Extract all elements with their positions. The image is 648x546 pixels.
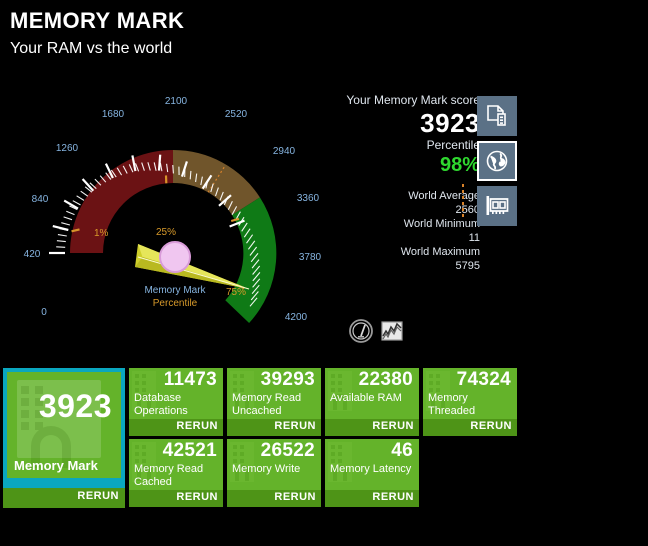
tile-available-ram[interactable]: 22380 Available RAM RERUN bbox=[325, 368, 419, 436]
ram-watermark-icon bbox=[328, 371, 352, 411]
score-label: Your Memory Mark score bbox=[346, 93, 480, 107]
tile-memory-read-uncached[interactable]: 39293 Memory Read Uncached RERUN bbox=[227, 368, 321, 436]
gauge-tick-label: 420 bbox=[24, 249, 41, 260]
rerun-label: RERUN bbox=[274, 420, 316, 432]
rerun-button[interactable]: RERUN bbox=[227, 419, 321, 436]
tile-label: Memory Mark bbox=[14, 458, 98, 473]
percentile-label: Percentile bbox=[426, 138, 480, 152]
tile-value: 11473 bbox=[163, 369, 217, 390]
rerun-button[interactable]: RERUN bbox=[325, 419, 419, 436]
stat-label: World Maximum bbox=[400, 246, 480, 258]
rerun-label: RERUN bbox=[372, 491, 414, 503]
percentile-marker-label: 25% bbox=[156, 227, 176, 238]
tile-memory-mark[interactable]: 3923 Memory Mark RERUN bbox=[3, 368, 125, 508]
gauge-needle bbox=[135, 244, 250, 290]
rerun-button[interactable]: RERUN bbox=[3, 488, 125, 508]
tile-memory-latency[interactable]: 46 Memory Latency RERUN bbox=[325, 439, 419, 507]
stat-row-world-minimum: World Minimum 11 bbox=[330, 217, 480, 245]
rerun-label: RERUN bbox=[470, 420, 512, 432]
stat-label: World Average bbox=[408, 190, 480, 202]
stat-value: 5795 bbox=[455, 260, 480, 272]
tile-score: 3923 bbox=[38, 388, 112, 424]
rerun-label: RERUN bbox=[372, 420, 414, 432]
tile-label: Database Operations bbox=[134, 392, 188, 417]
tile-memory-threaded[interactable]: 74324 Memory Threaded RERUN bbox=[423, 368, 517, 436]
ram-watermark-icon bbox=[328, 442, 352, 482]
tile-value: 74324 bbox=[456, 369, 511, 390]
world-button[interactable] bbox=[477, 141, 517, 181]
report-button[interactable] bbox=[477, 96, 517, 136]
percentile-marker-label: 1% bbox=[94, 228, 109, 239]
memory-mark-gauge: 0 420 840 1260 1680 2100 2520 2940 3360 … bbox=[8, 85, 338, 335]
rerun-label: RERUN bbox=[77, 490, 119, 502]
tile-label: Memory Read Uncached bbox=[232, 392, 302, 417]
tile-value: 46 bbox=[391, 440, 413, 461]
score-summary: Your Memory Mark score 3923 Percentile 9… bbox=[330, 93, 480, 273]
gauge-band-high bbox=[225, 197, 277, 323]
memory-mark-window: MEMORY MARK Your RAM vs the world 0 420 … bbox=[0, 0, 648, 546]
stat-label: World Minimum bbox=[403, 218, 480, 230]
view-buttons bbox=[477, 96, 517, 231]
gauge-tick-label: 3780 bbox=[299, 252, 322, 263]
tile-value: 39293 bbox=[260, 369, 315, 390]
stat-value: 2560 bbox=[455, 204, 480, 216]
chart-view-icon[interactable] bbox=[379, 318, 405, 344]
tile-value: 26522 bbox=[260, 440, 315, 461]
gauge-view-toolbar bbox=[348, 318, 405, 344]
tile-label: Memory Latency bbox=[330, 463, 412, 475]
rerun-label: RERUN bbox=[176, 420, 218, 432]
tile-body: 3923 Memory Mark bbox=[7, 372, 121, 478]
gauge-tick-label: 1260 bbox=[56, 143, 79, 154]
tile-label: Memory Write bbox=[232, 463, 301, 475]
rerun-button[interactable]: RERUN bbox=[129, 490, 223, 507]
gauge-svg: 0 420 840 1260 1680 2100 2520 2940 3360 … bbox=[24, 96, 322, 323]
rerun-button[interactable]: RERUN bbox=[227, 490, 321, 507]
rerun-button[interactable]: RERUN bbox=[325, 490, 419, 507]
hardware-button[interactable] bbox=[477, 186, 517, 226]
header: MEMORY MARK Your RAM vs the world bbox=[10, 8, 184, 60]
tile-value: 42521 bbox=[162, 440, 217, 461]
gauge-tick-label: 840 bbox=[32, 194, 49, 205]
rerun-button[interactable]: RERUN bbox=[129, 419, 223, 436]
gauge-tick-label: 1680 bbox=[102, 109, 125, 120]
gauge-view-icon[interactable] bbox=[348, 318, 374, 344]
rerun-label: RERUN bbox=[176, 491, 218, 503]
hardware-icon bbox=[484, 194, 510, 218]
gauge-tick-label: 2100 bbox=[165, 96, 188, 107]
gauge-tick-label: 3360 bbox=[297, 193, 320, 204]
gauge-tick-label: 0 bbox=[41, 307, 47, 318]
ram-watermark-icon bbox=[230, 442, 254, 482]
stat-row-world-average: World Average 2560 bbox=[330, 189, 480, 217]
globe-icon bbox=[485, 149, 509, 173]
stat-value: 11 bbox=[468, 232, 480, 244]
gauge-tick-label: 2520 bbox=[225, 109, 248, 120]
tile-label: Memory Threaded bbox=[428, 392, 476, 417]
score-value: 3923 bbox=[420, 108, 480, 138]
tile-label: Available RAM bbox=[330, 392, 402, 404]
page-subtitle: Your RAM vs the world bbox=[10, 40, 173, 57]
rerun-button[interactable]: RERUN bbox=[423, 419, 517, 436]
gauge-tick-label: 4200 bbox=[285, 312, 308, 323]
percentile-value: 98% bbox=[439, 154, 480, 176]
gauge-caption-title: Memory Mark bbox=[144, 285, 206, 296]
tile-database-operations[interactable]: 11473 Database Operations RERUN bbox=[129, 368, 223, 436]
world-average-indicator bbox=[462, 184, 464, 218]
results-tiles: 3923 Memory Mark RERUN 11473 Database Op… bbox=[3, 368, 645, 508]
gauge-band-mid bbox=[173, 149, 260, 215]
tile-memory-read-cached[interactable]: 42521 Memory Read Cached RERUN bbox=[129, 439, 223, 507]
page-title: MEMORY MARK bbox=[10, 8, 185, 33]
gauge-caption-subtitle: Percentile bbox=[153, 298, 198, 309]
rerun-label: RERUN bbox=[274, 491, 316, 503]
stat-row-world-maximum: World Maximum 5795 bbox=[330, 245, 480, 273]
tile-value: 22380 bbox=[358, 369, 413, 390]
gauge-tick-label: 2940 bbox=[273, 146, 296, 157]
tile-label: Memory Read Cached bbox=[134, 463, 204, 488]
report-icon bbox=[485, 104, 509, 128]
tile-memory-write[interactable]: 26522 Memory Write RERUN bbox=[227, 439, 321, 507]
